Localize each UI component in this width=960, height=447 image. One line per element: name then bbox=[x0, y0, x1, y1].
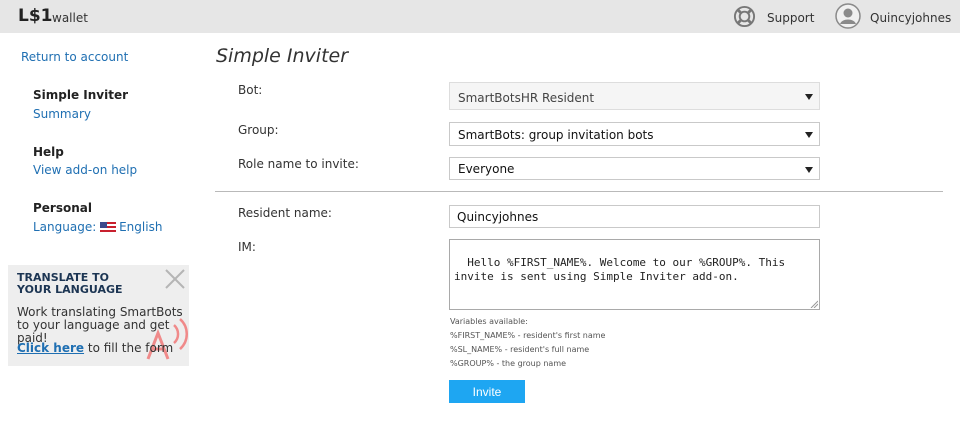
translate-promo-box: TRANSLATE TO YOUR LANGUAGE Work translat… bbox=[8, 265, 189, 366]
resize-handle-icon[interactable] bbox=[810, 300, 818, 308]
variable-item: %GROUP% - the group name bbox=[450, 359, 567, 368]
return-to-account-link[interactable]: Return to account bbox=[21, 50, 128, 64]
variable-item: %FIRST_NAME% - resident's first name bbox=[450, 331, 606, 340]
invite-button[interactable]: Invite bbox=[449, 380, 525, 403]
im-text: Hello %FIRST_NAME%. Welcome to our %GROU… bbox=[454, 256, 792, 283]
language-selector[interactable]: Language: English bbox=[33, 220, 162, 234]
bot-select-value: SmartBotsHR Resident bbox=[458, 91, 595, 105]
language-value: English bbox=[119, 220, 163, 234]
promo-title: TRANSLATE TO YOUR LANGUAGE bbox=[17, 271, 123, 296]
variable-item: %SL_NAME% - resident's full name bbox=[450, 345, 590, 354]
lifebuoy-icon[interactable] bbox=[733, 5, 756, 28]
top-bar: L$1 wallet Support Quincyjohnes bbox=[0, 0, 960, 33]
support-link[interactable]: Support bbox=[767, 11, 814, 25]
us-flag-icon bbox=[100, 222, 117, 232]
app-logo-subtitle: wallet bbox=[52, 11, 88, 25]
resident-name-label: Resident name: bbox=[238, 206, 332, 220]
username-link[interactable]: Quincyjohnes bbox=[870, 11, 951, 25]
im-label: IM: bbox=[238, 240, 256, 254]
app-logo[interactable]: L$1 bbox=[18, 6, 53, 26]
im-textarea[interactable]: Hello %FIRST_NAME%. Welcome to our %GROU… bbox=[449, 239, 820, 310]
promo-cta-rest: to fill the form bbox=[84, 341, 174, 355]
group-select[interactable]: SmartBots: group invitation bots bbox=[449, 122, 820, 146]
bot-label: Bot: bbox=[238, 83, 263, 97]
role-select[interactable]: Everyone bbox=[449, 157, 820, 180]
promo-text: Work translating SmartBots to your langu… bbox=[17, 305, 183, 345]
group-label: Group: bbox=[238, 123, 279, 137]
role-select-value: Everyone bbox=[458, 162, 515, 176]
variables-heading: Variables available: bbox=[450, 317, 528, 326]
resident-name-input[interactable]: Quincyjohnes bbox=[449, 205, 820, 228]
sidebar-heading-simple-inviter: Simple Inviter bbox=[33, 88, 129, 102]
role-label: Role name to invite: bbox=[238, 157, 359, 171]
sidebar-item-summary[interactable]: Summary bbox=[33, 107, 91, 121]
sidebar-heading-personal: Personal bbox=[33, 201, 92, 215]
close-icon[interactable] bbox=[164, 268, 186, 290]
variables-help: Variables available: %FIRST_NAME% - resi… bbox=[450, 315, 605, 371]
language-prefix: Language: bbox=[33, 220, 97, 234]
chevron-down-icon bbox=[805, 167, 813, 173]
user-avatar-icon[interactable] bbox=[835, 3, 861, 29]
promo-cta: Click here to fill the form bbox=[17, 341, 173, 355]
sidebar-item-view-addon-help[interactable]: View add-on help bbox=[33, 163, 137, 177]
form-divider bbox=[215, 191, 943, 192]
bot-select[interactable]: SmartBotsHR Resident bbox=[449, 82, 820, 110]
chevron-down-icon bbox=[805, 94, 813, 100]
page-title: Simple Inviter bbox=[216, 45, 349, 67]
group-select-value: SmartBots: group invitation bots bbox=[458, 128, 654, 142]
chevron-down-icon bbox=[805, 132, 813, 138]
sidebar-heading-help: Help bbox=[33, 145, 64, 159]
promo-click-here-link[interactable]: Click here bbox=[17, 341, 84, 355]
